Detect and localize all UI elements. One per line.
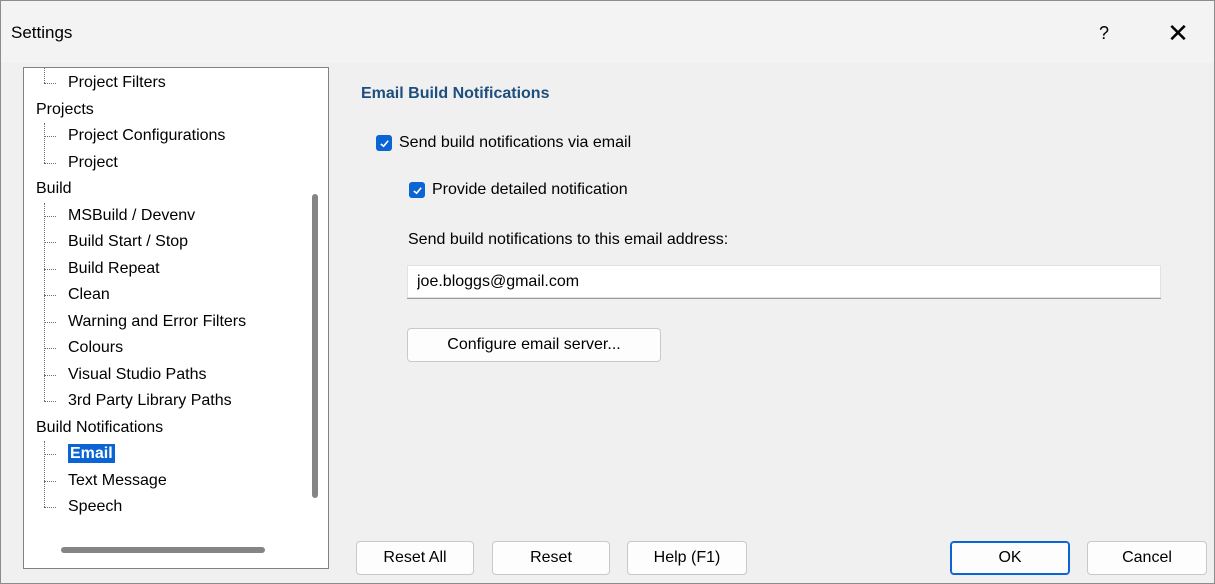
send-via-email-row[interactable]: Send build notifications via email	[376, 134, 631, 152]
email-address-label: Send build notifications to this email a…	[408, 231, 729, 248]
tree-item[interactable]: Project Configurations	[43, 123, 226, 149]
tree-item[interactable]: Build	[36, 176, 72, 202]
tree-item-label: Build	[36, 180, 72, 197]
configure-email-server-button[interactable]: Configure email server...	[407, 328, 661, 362]
tree-item[interactable]: Build Notifications	[36, 415, 163, 441]
help-icon[interactable]: ?	[1084, 17, 1124, 49]
tree-item-label: Warning and Error Filters	[68, 312, 247, 330]
tree-item[interactable]: Projects	[36, 97, 94, 123]
tree-item[interactable]: Clean	[44, 282, 110, 308]
tree-item-label: 3rd Party Library Paths	[68, 392, 232, 409]
tree-item-label: Project	[68, 153, 118, 171]
tree-item-label: Text Message	[68, 471, 167, 489]
tree-item-label: Clean	[68, 286, 110, 303]
window-title: Settings	[11, 23, 73, 42]
reset-button[interactable]: Reset	[492, 541, 610, 575]
cancel-button[interactable]: Cancel	[1087, 541, 1207, 575]
email-address-input[interactable]	[407, 265, 1161, 299]
tree-item[interactable]: Project	[44, 150, 118, 176]
tree-item[interactable]: Email	[44, 441, 115, 467]
tree-item[interactable]: Visual Studio Paths	[43, 362, 207, 388]
send-via-email-checkbox[interactable]	[376, 135, 392, 151]
tree-item[interactable]: Build Repeat	[44, 256, 160, 282]
tree-item[interactable]: Warning and Error Filters	[43, 309, 247, 335]
send-via-email-label: Send build notifications via email	[399, 134, 632, 151]
tree-item[interactable]: MSBuild / Devenv	[43, 203, 196, 229]
tree-item-label: Build Repeat	[68, 259, 160, 277]
tree-item-label: Email	[68, 444, 115, 463]
settings-dialog: Settings ? ✕ Project Filters Projects Proj…	[0, 0, 1215, 584]
tree-item[interactable]: Text Message	[44, 468, 167, 494]
tree-item-label: Build Notifications	[36, 418, 164, 436]
tree-item[interactable]: Build Start / Stop	[43, 229, 189, 255]
reset-all-button[interactable]: Reset All	[356, 541, 474, 575]
tree-item-label: Speech	[68, 498, 123, 515]
tree-connector	[44, 441, 45, 507]
tree-connector	[44, 202, 45, 401]
tree-item-label: Project Filters	[68, 74, 166, 91]
tree-item[interactable]: Colours	[43, 335, 124, 361]
tree-item[interactable]: Speech	[43, 494, 123, 520]
tree-horizontal-scrollbar[interactable]	[61, 547, 265, 553]
close-icon[interactable]: ✕	[1153, 17, 1203, 49]
tree-vertical-scrollbar[interactable]	[312, 194, 318, 498]
tree-item-label: Colours	[68, 339, 124, 356]
ok-button[interactable]: OK	[950, 541, 1070, 575]
tree-connector	[44, 68, 45, 83]
checkmark-icon	[412, 186, 422, 194]
tree-connector	[44, 123, 45, 163]
tree-item-label: Project Configurations	[68, 127, 226, 144]
settings-tree[interactable]: Project Filters Projects Project Configura…	[23, 67, 329, 569]
tree-item-label: Projects	[36, 100, 94, 118]
detailed-notification-row[interactable]: Provide detailed notification	[409, 181, 628, 199]
help-f1-button[interactable]: Help (F1)	[627, 541, 747, 575]
tree-item-label: Visual Studio Paths	[68, 365, 207, 383]
tree-item[interactable]: 3rd Party Library Paths	[44, 388, 232, 414]
checkmark-icon	[379, 139, 389, 147]
tree-item[interactable]: Project Filters	[44, 70, 166, 96]
detailed-notification-checkbox[interactable]	[409, 182, 425, 198]
title-bar: Settings ? ✕	[1, 1, 1214, 63]
tree-item-label: MSBuild / Devenv	[68, 206, 196, 224]
section-title: Email Build Notifications	[361, 85, 550, 102]
tree-item-label: Build Start / Stop	[68, 233, 189, 250]
detailed-notification-label: Provide detailed notification	[432, 181, 628, 198]
